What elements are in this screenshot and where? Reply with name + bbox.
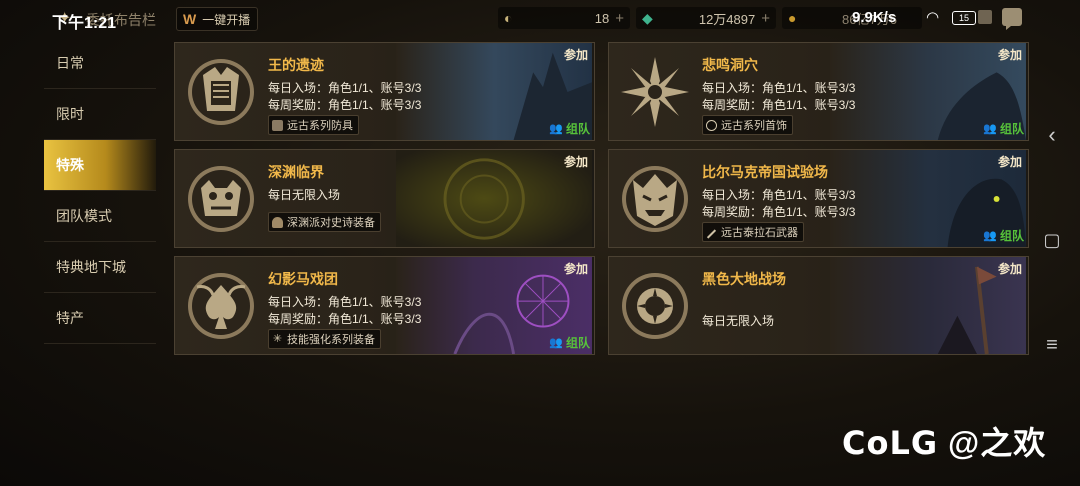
gold-coin-icon: ● xyxy=(788,10,797,26)
weekly-reward-text: 每周奖励：角色1/1、账号3/3 xyxy=(702,205,856,219)
reward-tag-label: 远古泰拉石武器 xyxy=(721,227,798,239)
broadcast-label: 一键开播 xyxy=(202,12,251,27)
party-icon xyxy=(272,216,283,228)
join-button[interactable]: 参加 xyxy=(998,260,1022,277)
dungeon-name: 比尔马克帝国试验场 xyxy=(702,164,828,180)
watermark-handle: @之欢 xyxy=(948,425,1047,461)
weekly-reward-text: 每周奖励：角色1/1、账号3/3 xyxy=(702,98,856,112)
sidebar-item-special[interactable]: 特殊 xyxy=(44,140,156,191)
watermark-brand: CoLG xyxy=(842,424,939,462)
currency-c[interactable]: ◐ 18 + xyxy=(498,7,630,29)
team-icon: 👥 xyxy=(549,123,563,135)
dungeon-card[interactable]: 幻影马戏团 每日入场：角色1/1、账号3/3 每周奖励：角色1/1、账号3/3 … xyxy=(174,256,595,355)
sidebar-item-daily[interactable]: 日常 xyxy=(44,38,156,89)
battery-indicator: 15 xyxy=(952,11,976,25)
team-label: 组队 xyxy=(565,122,590,136)
dungeon-card[interactable]: 王的遗迹 每日入场：角色1/1、账号3/3 每周奖励：角色1/1、账号3/3 远… xyxy=(174,42,595,141)
watermark: CoLG @之欢 xyxy=(842,418,1046,464)
armor-icon xyxy=(272,119,283,131)
team-icon: 👥 xyxy=(983,123,997,135)
daily-entry-text: 每日入场：角色1/1、账号3/3 xyxy=(702,188,856,202)
flower-emblem-icon xyxy=(621,57,689,127)
green-crystal-icon: ◆ xyxy=(642,10,653,26)
team-label: 组队 xyxy=(565,336,590,350)
weekly-reward-text: 每周奖励：角色1/1、账号3/3 xyxy=(268,312,422,326)
join-button[interactable]: 参加 xyxy=(564,260,588,277)
join-button[interactable]: 参加 xyxy=(564,46,588,63)
daily-entry-text: 每日入场：角色1/1、账号3/3 xyxy=(702,81,856,95)
wifi-icon: ◠ xyxy=(926,9,940,26)
reward-tag-label: 技能强化系列装备 xyxy=(287,334,375,346)
skill-burst-icon: ✳ xyxy=(272,332,283,345)
broadcast-icon: W xyxy=(183,11,197,27)
dungeon-card[interactable]: 比尔马克帝国试验场 每日入场：角色1/1、账号3/3 每周奖励：角色1/1、账号… xyxy=(608,149,1029,248)
sidebar-item-limited[interactable]: 限时 xyxy=(44,89,156,140)
coin-c-icon: ◐ xyxy=(504,10,513,26)
dungeon-card[interactable]: 深渊临界 每日无限入场 深渊派对史诗装备 参加 xyxy=(174,149,595,248)
dungeon-name: 幻影马戏团 xyxy=(268,271,338,287)
weekly-reward-text: 每周奖励：角色1/1、账号3/3 xyxy=(268,98,422,112)
home-nav-icon[interactable]: ▢ xyxy=(1040,230,1064,251)
team-up-button[interactable]: 👥 组队 xyxy=(983,227,1024,244)
join-button[interactable]: 参加 xyxy=(564,153,588,170)
network-speed: 9.9K/s xyxy=(852,9,897,26)
dungeon-name: 黑色大地战场 xyxy=(702,271,786,287)
join-button[interactable]: 参加 xyxy=(998,153,1022,170)
dungeon-name: 深渊临界 xyxy=(268,164,324,180)
jester-spade-emblem-icon xyxy=(188,273,254,339)
reward-tag: ✳ 技能强化系列装备 xyxy=(268,329,381,349)
reward-tag-label: 远古系列防具 xyxy=(287,120,353,132)
ruins-emblem-icon xyxy=(188,59,254,125)
back-nav-icon[interactable]: ‹ xyxy=(1040,122,1064,148)
add-currency-icon[interactable]: + xyxy=(615,10,624,27)
dark-sun-emblem-icon xyxy=(622,273,688,339)
currency-crystal[interactable]: ◆ 12万4897 + xyxy=(636,7,776,29)
beast-mask-emblem-icon xyxy=(622,166,688,232)
daily-entry-text: 每日无限入场 xyxy=(268,188,341,202)
reward-tag: 远古泰拉石武器 xyxy=(702,222,804,242)
status-time: 下午1:21 xyxy=(52,15,117,32)
sidebar-item-special-dungeon[interactable]: 特典地下城 xyxy=(44,242,156,293)
team-up-button[interactable]: 👥 组队 xyxy=(549,120,590,137)
dungeon-name: 悲鸣洞穴 xyxy=(702,57,758,73)
join-button[interactable]: 参加 xyxy=(998,46,1022,63)
category-sidebar: 日常 限时 特殊 团队模式 特典地下城 特产 xyxy=(44,38,156,344)
reward-tag: 深渊派对史诗装备 xyxy=(268,212,381,232)
team-up-button[interactable]: 👥 组队 xyxy=(549,334,590,351)
currency-value: 18 xyxy=(594,10,610,26)
reward-tag-label: 深渊派对史诗装备 xyxy=(287,217,375,229)
team-label: 组队 xyxy=(999,122,1024,136)
daily-entry-text: 每日入场：角色1/1、账号3/3 xyxy=(268,81,422,95)
ring-icon xyxy=(706,119,717,131)
team-icon: 👥 xyxy=(983,230,997,242)
sidebar-item-specialty[interactable]: 特产 xyxy=(44,293,156,344)
reward-tag: 远古系列首饰 xyxy=(702,115,793,135)
dungeon-name: 王的遗迹 xyxy=(268,57,324,73)
menu-nav-icon[interactable]: ≡ xyxy=(1040,334,1064,357)
add-currency-icon[interactable]: + xyxy=(761,10,770,27)
reward-tag-label: 远古系列首饰 xyxy=(721,120,787,132)
team-up-button[interactable]: 👥 组队 xyxy=(983,120,1024,137)
team-label: 组队 xyxy=(999,229,1024,243)
chat-icon[interactable] xyxy=(1002,8,1022,30)
daily-entry-text: 每日入场：角色1/1、账号3/3 xyxy=(268,295,422,309)
daily-entry-text: 每日无限入场 xyxy=(702,314,775,328)
mail-icon[interactable] xyxy=(978,10,992,24)
demon-face-emblem-icon xyxy=(188,166,254,232)
reward-tag: 远古系列防具 xyxy=(268,115,359,135)
team-icon: 👥 xyxy=(549,337,563,349)
sidebar-item-team-mode[interactable]: 团队模式 xyxy=(44,191,156,242)
top-bar: ✦ 委托布告栏 下午1:21 W 一键开播 ◐ 18 + ◆ 12万4897 +… xyxy=(0,0,1080,38)
broadcast-button[interactable]: W 一键开播 xyxy=(176,7,258,31)
dungeon-card[interactable]: 黑色大地战场 每日无限入场 参加 xyxy=(608,256,1029,355)
dungeon-card[interactable]: 悲鸣洞穴 每日入场：角色1/1、账号3/3 每周奖励：角色1/1、账号3/3 远… xyxy=(608,42,1029,141)
currency-value: 12万4897 xyxy=(698,11,756,27)
sword-icon xyxy=(706,229,717,239)
